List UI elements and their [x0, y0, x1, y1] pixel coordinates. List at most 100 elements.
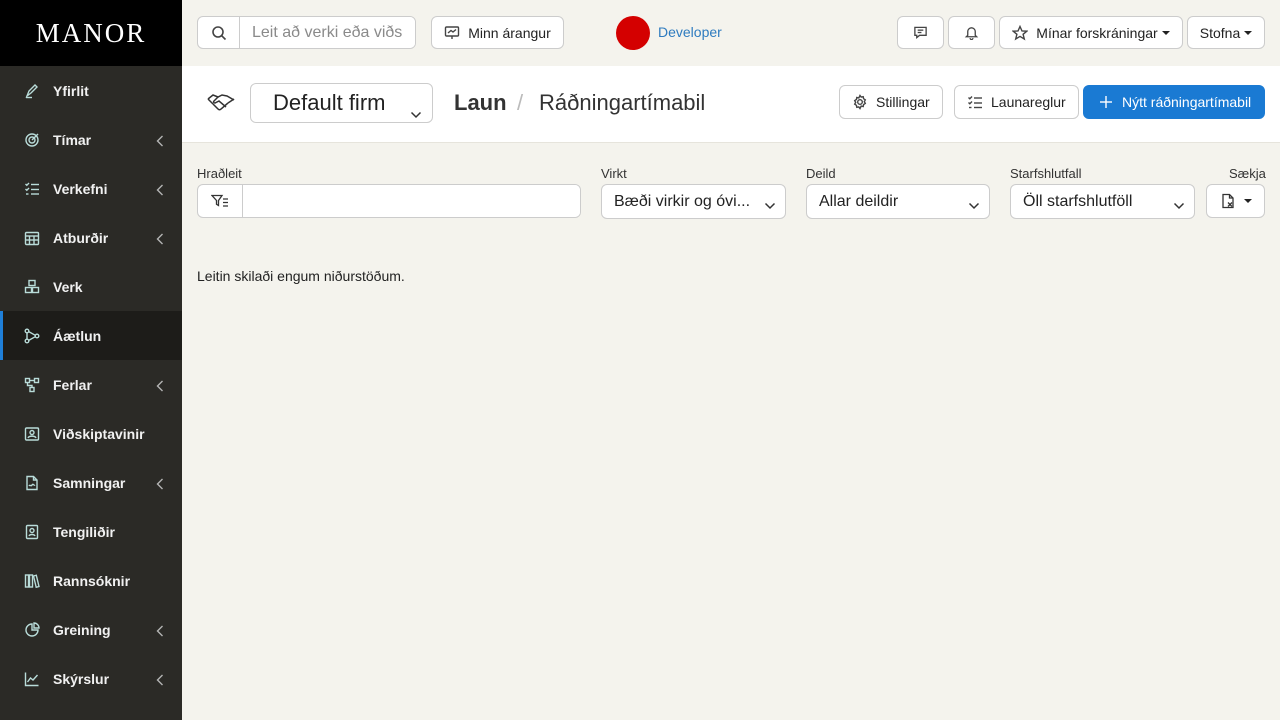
sidebar-item[interactable]: Atburðir: [0, 213, 182, 262]
calendar-icon: [24, 230, 40, 246]
sidebar: MANOR Yfirlit Tímar Verkefni Atburðir Verk Áæ…: [0, 0, 182, 720]
search-input[interactable]: [240, 17, 415, 48]
new-employment-period-button[interactable]: Nýtt ráðningartímabil: [1083, 85, 1265, 119]
bell-icon: [964, 27, 979, 40]
sidebar-item[interactable]: Tímar: [0, 115, 182, 164]
checklist-icon: [24, 181, 40, 197]
page-title: Ráðningartímabil: [539, 90, 706, 115]
books-icon: [24, 573, 40, 589]
sidebar-item-label: Yfirlit: [53, 82, 89, 99]
sidebar-item[interactable]: Yfirlit: [0, 66, 182, 115]
chevron-down-icon: [968, 197, 980, 215]
active-filter-label: Virkt: [601, 166, 627, 181]
sidebar-item[interactable]: Samningar: [0, 458, 182, 507]
handshake-icon: [206, 88, 236, 118]
sidebar-item[interactable]: Ferlar: [0, 360, 182, 409]
my-performance-label: Minn árangur: [468, 24, 551, 41]
sidebar-item-label: Viðskiptavinir: [53, 425, 145, 442]
clients-icon: [24, 426, 40, 442]
list-check-icon: [968, 96, 982, 109]
chevron-left-icon: [156, 379, 164, 391]
quicksearch-input[interactable]: [243, 185, 580, 217]
sidebar-item[interactable]: Verk: [0, 262, 182, 311]
pay-rules-label: Launareglur: [991, 94, 1066, 110]
sidebar-item[interactable]: Viðskiptavinir: [0, 409, 182, 458]
global-search: [197, 16, 416, 49]
chevron-left-icon: [156, 183, 164, 195]
settings-button[interactable]: Stillingar: [839, 85, 943, 119]
avatar[interactable]: [616, 16, 650, 50]
chevron-left-icon: [156, 232, 164, 244]
plus-icon: [1100, 96, 1112, 108]
active-filter-value: Bæði virkir og óvi...: [614, 192, 751, 210]
sidebar-item-label: Rannsóknir: [53, 572, 131, 589]
firm-value: Default firm: [273, 90, 386, 115]
ratio-filter-value: Öll starfshlutföll: [1023, 192, 1133, 210]
department-filter-value: Allar deildir: [819, 192, 899, 210]
process-icon: [24, 377, 40, 393]
sidebar-item-label: Verk: [53, 278, 83, 295]
sidebar-item-label: Samningar: [53, 474, 126, 491]
export-button[interactable]: [1206, 184, 1265, 218]
sidebar-item[interactable]: Skýrslur: [0, 654, 182, 703]
xls-file-icon: [1221, 193, 1234, 209]
line-chart-icon: [24, 671, 40, 687]
flow-icon: [24, 328, 40, 344]
sidebar-item-label: Atburðir: [53, 229, 109, 246]
user-name[interactable]: Developer: [658, 24, 722, 40]
search-button[interactable]: [198, 17, 240, 48]
sidebar-item[interactable]: Verkefni: [0, 164, 182, 213]
caret-down-icon: [1243, 199, 1252, 203]
messages-button[interactable]: [897, 16, 944, 49]
sidebar-item[interactable]: Áætlun: [0, 311, 182, 360]
department-filter-label: Deild: [806, 166, 836, 181]
chevron-left-icon: [156, 624, 164, 636]
sidebar-item-label: Greining: [53, 621, 111, 638]
create-dropdown[interactable]: Stofna: [1187, 16, 1265, 49]
firm-select[interactable]: Default firm: [250, 83, 433, 123]
favorites-dropdown[interactable]: Mínar forskráningar: [999, 16, 1183, 49]
active-filter-select[interactable]: Bæði virkir og óvi...: [601, 184, 786, 219]
pie-icon: [24, 621, 40, 638]
notifications-button[interactable]: [948, 16, 995, 49]
contact-icon: [24, 524, 40, 540]
pen-icon: [24, 83, 40, 99]
ratio-filter-select[interactable]: Öll starfshlutföll: [1010, 184, 1195, 219]
new-employment-period-label: Nýtt ráðningartímabil: [1122, 94, 1252, 110]
chat-icon: [914, 26, 927, 40]
empty-results-message: Leitin skilaði engum niðurstöðum.: [197, 268, 405, 284]
create-label: Stofna: [1199, 24, 1241, 41]
my-performance-button[interactable]: Minn árangur: [431, 16, 564, 49]
chevron-left-icon: [156, 134, 164, 146]
quicksearch: [197, 184, 581, 218]
chevron-down-icon: [410, 99, 422, 125]
filter-toggle-button[interactable]: [198, 185, 243, 217]
target-icon: [24, 132, 40, 148]
sidebar-nav: Yfirlit Tímar Verkefni Atburðir Verk Áætlun Fe…: [0, 66, 182, 703]
cubes-icon: [24, 279, 40, 295]
chevron-left-icon: [156, 477, 164, 489]
favorites-label: Mínar forskráningar: [1036, 24, 1158, 41]
pay-rules-button[interactable]: Launareglur: [954, 85, 1079, 119]
contract-icon: [24, 475, 40, 491]
sidebar-item[interactable]: Greining: [0, 605, 182, 654]
sidebar-item-label: Áætlun: [53, 327, 102, 344]
breadcrumb-separator: /: [517, 90, 524, 115]
caret-down-icon: [1161, 30, 1170, 35]
ratio-filter-label: Starfshlutfall: [1010, 166, 1082, 181]
top-bar: Minn árangur Developer Mínar forskráning…: [182, 0, 1280, 66]
sidebar-item-label: Verkefni: [53, 180, 108, 197]
search-icon: [211, 25, 226, 40]
logo[interactable]: MANOR: [0, 0, 182, 66]
department-filter-select[interactable]: Allar deildir: [806, 184, 990, 219]
presentation-icon: [445, 25, 460, 39]
chevron-down-icon: [764, 197, 776, 215]
sidebar-item[interactable]: Tengiliðir: [0, 507, 182, 556]
sidebar-item[interactable]: Rannsóknir: [0, 556, 182, 605]
breadcrumb-main[interactable]: Laun: [454, 90, 507, 116]
caret-down-icon: [1244, 30, 1253, 35]
sidebar-item-label: Skýrslur: [53, 670, 110, 687]
sidebar-item-label: Ferlar: [53, 376, 92, 393]
sidebar-item-label: Tímar: [53, 131, 92, 148]
chevron-left-icon: [156, 673, 164, 685]
